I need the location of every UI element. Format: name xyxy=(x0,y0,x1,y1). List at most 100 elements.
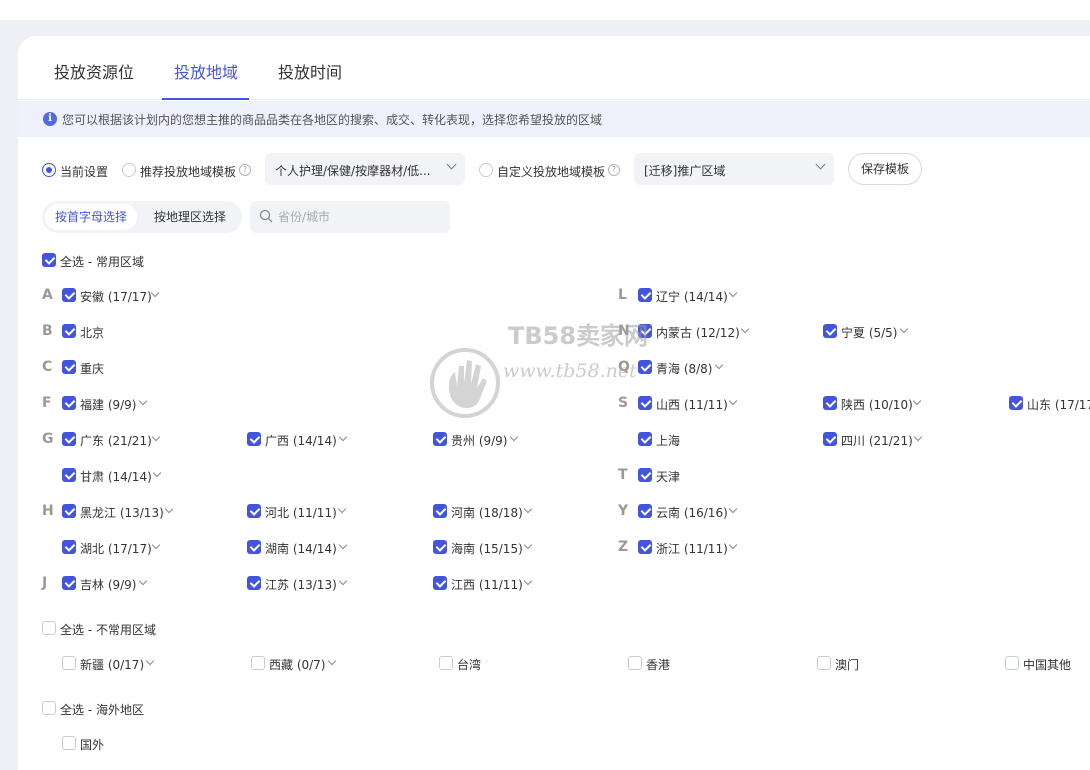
region-label: 国外 xyxy=(80,738,105,752)
region-label: 天津 xyxy=(656,470,681,484)
select-all-uncommon-label: 全选 - 不常用区域 xyxy=(60,623,156,637)
search-icon xyxy=(259,209,273,223)
region-checkbox[interactable] xyxy=(638,324,652,338)
tab-resource-position[interactable]: 投放资源位 xyxy=(54,59,134,83)
region-checkbox[interactable] xyxy=(62,360,76,374)
region-label: 河南 (18/18) xyxy=(451,506,523,520)
region-checkbox[interactable] xyxy=(439,656,453,670)
region-checkbox[interactable] xyxy=(638,504,652,518)
region-checkbox[interactable] xyxy=(638,540,652,554)
region-checkbox[interactable] xyxy=(1009,396,1023,410)
select-all-overseas-label: 全选 - 海外地区 xyxy=(60,703,144,717)
region-checkbox[interactable] xyxy=(823,324,837,338)
region-label: 上海 xyxy=(656,434,681,448)
region-checkbox[interactable] xyxy=(433,504,447,518)
region-label: 山东 (17/17) xyxy=(1027,398,1090,412)
letter-label: S xyxy=(618,395,629,411)
region-label: 海南 (15/15) xyxy=(451,542,523,556)
region-checkbox[interactable] xyxy=(638,468,652,482)
region-label: 山西 (11/11) xyxy=(656,398,728,412)
letter-label: L xyxy=(618,287,627,303)
region-checkbox[interactable] xyxy=(247,540,261,554)
region-label: 香港 xyxy=(646,658,671,672)
region-checkbox[interactable] xyxy=(433,432,447,446)
region-checkbox[interactable] xyxy=(638,432,652,446)
region-checkbox[interactable] xyxy=(62,540,76,554)
region-checkbox[interactable] xyxy=(433,576,447,590)
region-label: 湖南 (14/14) xyxy=(265,542,337,556)
region-label: 黑龙江 (13/13) xyxy=(80,506,164,520)
region-checkbox[interactable] xyxy=(251,656,265,670)
custom-template-value: [迁移]推广区域 xyxy=(644,164,726,178)
region-checkbox[interactable] xyxy=(247,504,261,518)
letter-label: J xyxy=(42,575,48,591)
current-setting-radio[interactable] xyxy=(42,163,56,177)
region-label: 河北 (11/11) xyxy=(265,506,337,520)
letter-label: N xyxy=(618,323,630,339)
region-checkbox[interactable] xyxy=(62,736,76,750)
region-checkbox[interactable] xyxy=(628,656,642,670)
region-checkbox[interactable] xyxy=(638,396,652,410)
settings-card: 投放资源位 投放地域 投放时间 i 您可以根据该计划内的您想主推的商品品类在各地… xyxy=(18,36,1090,770)
letter-label: C xyxy=(42,359,53,375)
region-label: 新疆 (0/17) xyxy=(80,658,145,672)
region-label: 福建 (9/9) xyxy=(80,398,137,412)
letter-label: Q xyxy=(618,359,630,375)
letter-label: T xyxy=(618,467,628,483)
current-setting-label: 当前设置 xyxy=(60,165,109,179)
region-label: 江西 (11/11) xyxy=(451,578,523,592)
custom-template-label: 自定义投放地域模板 xyxy=(497,165,606,179)
region-checkbox[interactable] xyxy=(62,504,76,518)
region-label: 宁夏 (5/5) xyxy=(841,326,898,340)
region-label: 云南 (16/16) xyxy=(656,506,728,520)
region-search-input[interactable] xyxy=(278,207,438,227)
letter-label: G xyxy=(42,431,54,447)
select-all-overseas-checkbox[interactable] xyxy=(42,701,56,715)
region-label: 西藏 (0/7) xyxy=(269,658,326,672)
region-label: 辽宁 (14/14) xyxy=(656,290,728,304)
region-label: 贵州 (9/9) xyxy=(451,434,508,448)
save-template-button[interactable]: 保存模板 xyxy=(848,153,922,185)
region-checkbox[interactable] xyxy=(823,432,837,446)
select-all-uncommon-checkbox[interactable] xyxy=(42,621,56,635)
help-icon[interactable]: ? xyxy=(239,164,251,176)
region-checkbox[interactable] xyxy=(433,540,447,554)
region-checkbox[interactable] xyxy=(62,468,76,482)
tab-region[interactable]: 投放地域 xyxy=(174,59,238,83)
region-checkbox[interactable] xyxy=(817,656,831,670)
letter-label: Y xyxy=(618,503,629,519)
region-checkbox[interactable] xyxy=(62,656,76,670)
letter-label: Z xyxy=(618,539,629,555)
region-checkbox[interactable] xyxy=(62,288,76,302)
region-label: 中国其他 xyxy=(1023,658,1072,672)
help-icon[interactable]: ? xyxy=(608,164,620,176)
custom-template-radio[interactable] xyxy=(479,163,493,177)
letter-label: A xyxy=(42,287,53,303)
region-checkbox[interactable] xyxy=(247,432,261,446)
region-search-box xyxy=(250,201,450,233)
recommended-template-value: 个人护理/保健/按摩器材/低... xyxy=(275,164,431,178)
select-all-common-checkbox[interactable] xyxy=(42,253,56,267)
region-label: 重庆 xyxy=(80,362,105,376)
tab-bar: 投放资源位 投放地域 投放时间 xyxy=(18,36,1090,100)
region-checkbox[interactable] xyxy=(638,288,652,302)
region-checkbox[interactable] xyxy=(62,396,76,410)
region-checkbox[interactable] xyxy=(62,432,76,446)
info-text: 您可以根据该计划内的您想主推的商品品类在各地区的搜索、成交、转化表现，选择您希望… xyxy=(62,113,603,127)
select-all-common-label: 全选 - 常用区域 xyxy=(60,255,144,269)
region-checkbox[interactable] xyxy=(247,576,261,590)
region-checkbox[interactable] xyxy=(62,576,76,590)
region-checkbox[interactable] xyxy=(823,396,837,410)
region-checkbox[interactable] xyxy=(638,360,652,374)
custom-template-select[interactable]: [迁移]推广区域 xyxy=(634,153,834,185)
region-checkbox[interactable] xyxy=(62,324,76,338)
recommended-template-radio[interactable] xyxy=(122,163,136,177)
recommended-template-select[interactable]: 个人护理/保健/按摩器材/低... xyxy=(265,153,465,185)
recommended-template-label: 推荐投放地域模板 xyxy=(140,165,237,179)
region-label: 广西 (14/14) xyxy=(265,434,337,448)
by-letter-option[interactable]: 按首字母选择 xyxy=(45,204,137,230)
region-checkbox[interactable] xyxy=(1005,656,1019,670)
region-label: 台湾 xyxy=(457,658,482,672)
tab-time[interactable]: 投放时间 xyxy=(278,59,342,83)
by-region-option[interactable]: 按地理区选择 xyxy=(142,204,238,230)
